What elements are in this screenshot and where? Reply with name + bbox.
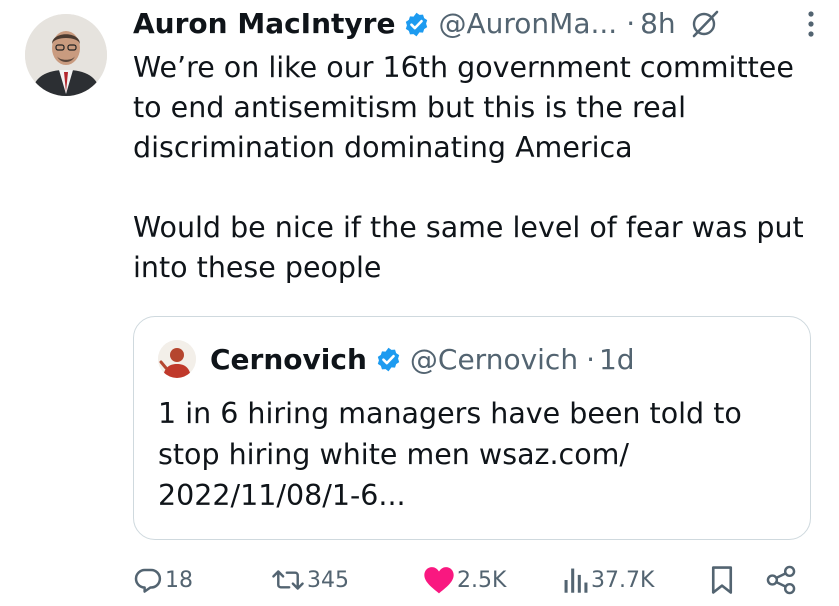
author-avatar[interactable] [25, 14, 107, 96]
repost-button[interactable]: 345 [271, 558, 349, 602]
quoted-author-handle: @Cernovich [409, 342, 579, 376]
tweet-timestamp[interactable]: 8h [640, 4, 676, 44]
like-count: 2.5K [457, 567, 507, 593]
like-button[interactable]: 2.5K [423, 558, 506, 602]
separator-dot: · [586, 342, 595, 376]
heart-icon [424, 567, 454, 594]
quoted-tweet-card[interactable]: Cernovich @Cernovich · 1d 1 in 6 hiring … [133, 316, 811, 540]
share-button[interactable] [765, 558, 797, 602]
grok-icon[interactable] [690, 9, 720, 39]
separator-dot: · [626, 7, 636, 40]
quoted-tweet-timestamp: 1d [598, 342, 635, 376]
author-name[interactable]: Auron MacIntyre [133, 4, 395, 44]
author-handle[interactable]: @AuronMa... [438, 4, 617, 44]
quoted-tweet-text: 1 in 6 hiring managers have been told to… [158, 397, 742, 512]
tweet-text: We’re on like our 16th government commit… [133, 51, 804, 284]
verified-badge-icon [403, 11, 430, 38]
quoted-author-name: Cernovich [210, 342, 367, 376]
bookmark-button[interactable] [709, 558, 735, 602]
quoted-tweet-header: Cernovich @Cernovich · 1d [158, 339, 635, 379]
views-icon [564, 568, 588, 593]
views-count: 37.7K [591, 567, 655, 593]
tweet-action-bar: 18 345 2.5K 37.7K [133, 558, 813, 602]
share-icon [766, 565, 796, 595]
reply-icon [134, 568, 162, 593]
quoted-author-avatar [158, 340, 196, 378]
reply-count: 18 [165, 567, 193, 593]
reply-button[interactable]: 18 [133, 558, 193, 602]
repost-icon [272, 570, 304, 590]
bookmark-icon [711, 566, 733, 594]
more-options-icon[interactable] [807, 10, 815, 38]
verified-badge-icon [375, 346, 402, 373]
repost-count: 345 [307, 567, 349, 593]
tweet-header: Auron MacIntyre @AuronMa... · 8h [133, 4, 819, 44]
views-button[interactable]: 37.7K [563, 558, 654, 602]
